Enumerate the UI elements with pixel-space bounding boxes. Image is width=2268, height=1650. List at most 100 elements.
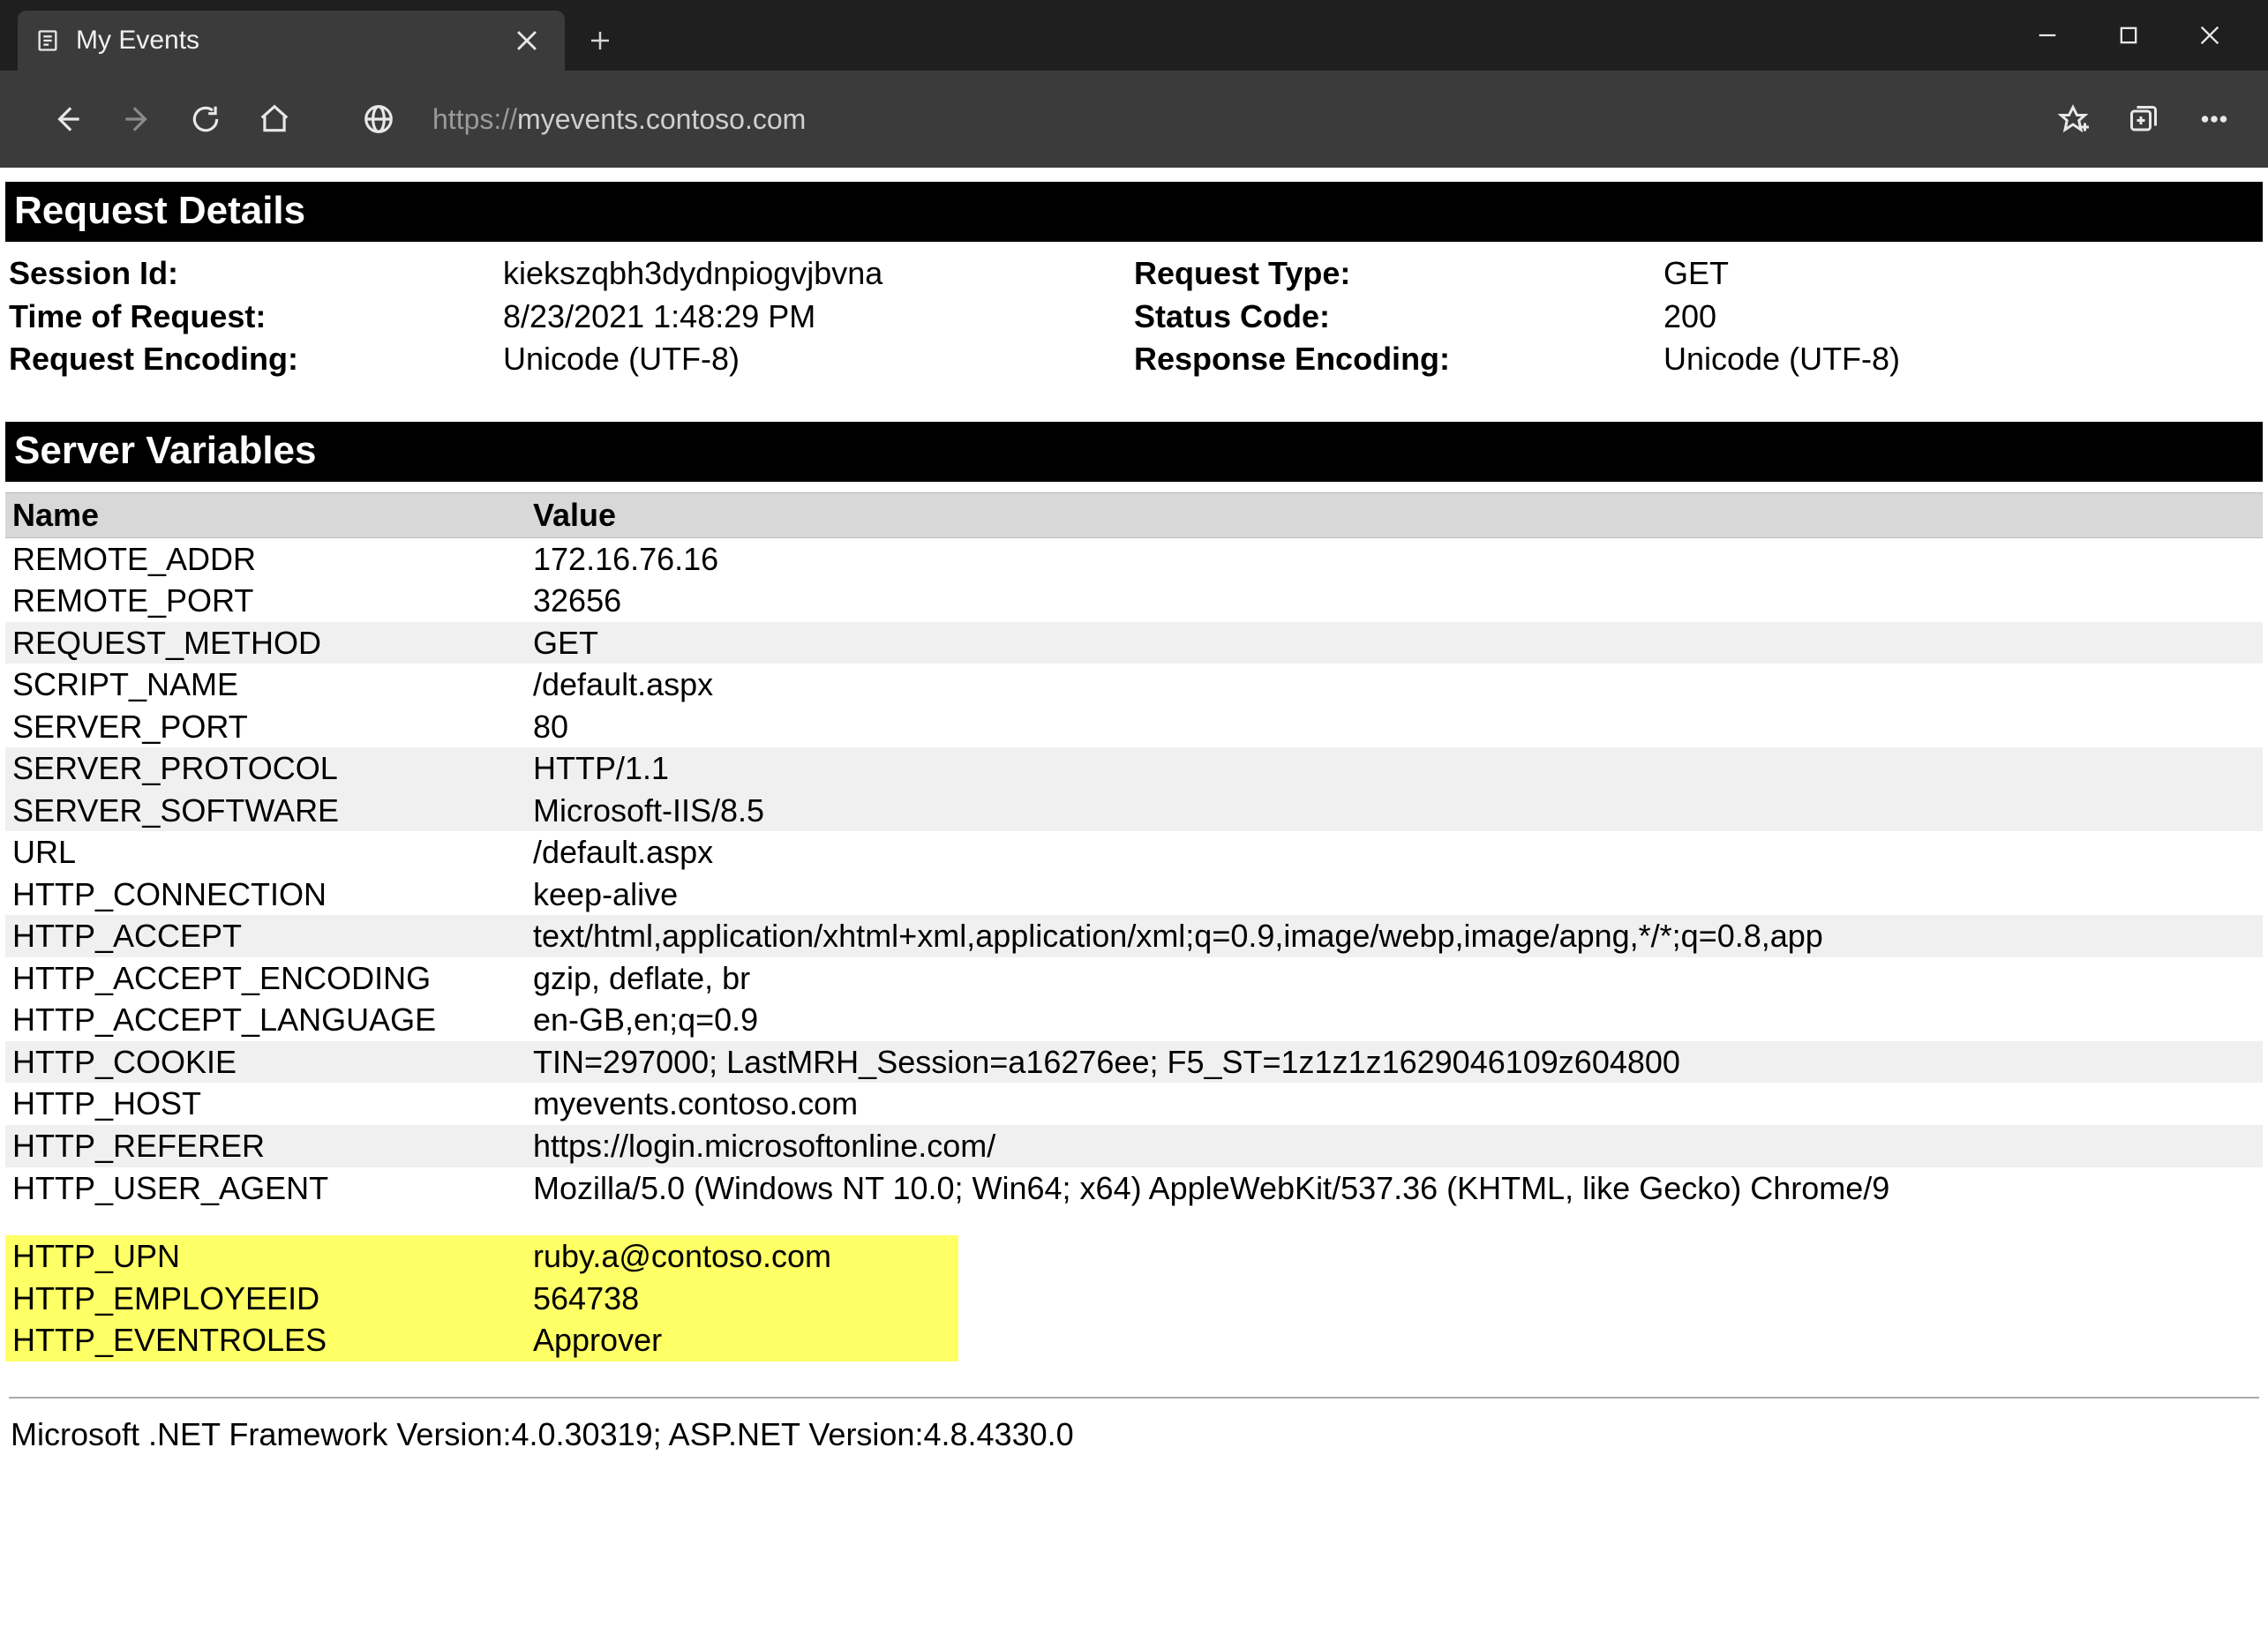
- sv-value: text/html,application/xhtml+xml,applicat…: [526, 915, 2263, 957]
- details-left-col: Session Id:kiekszqbh3dydnpiogvjbvna Time…: [9, 252, 1134, 381]
- sv-name: URL: [5, 831, 526, 874]
- table-row: HTTP_UPNruby.a@contoso.com: [5, 1235, 958, 1278]
- detail-value: 200: [1663, 296, 1716, 339]
- detail-row: Time of Request:8/23/2021 1:48:29 PM: [9, 296, 1134, 339]
- maximize-button[interactable]: [2088, 0, 2169, 71]
- detail-value: 8/23/2021 1:48:29 PM: [503, 296, 815, 339]
- more-button[interactable]: [2192, 97, 2236, 141]
- table-row: SERVER_PORT80: [5, 706, 2263, 748]
- table-row: SCRIPT_NAME/default.aspx: [5, 664, 2263, 706]
- detail-label: Request Encoding:: [9, 338, 503, 381]
- sv-name: HTTP_EVENTROLES: [5, 1319, 526, 1361]
- url-scheme: https://: [432, 103, 517, 135]
- server-variables-header: Server Variables: [5, 422, 2263, 482]
- window-controls: [2007, 0, 2268, 71]
- sv-value: /default.aspx: [526, 664, 2263, 706]
- detail-row: Request Encoding:Unicode (UTF-8): [9, 338, 1134, 381]
- table-row: HTTP_USER_AGENTMozilla/5.0 (Windows NT 1…: [5, 1167, 2263, 1210]
- url-host: myevents.contoso.com: [517, 103, 806, 135]
- home-button[interactable]: [252, 97, 297, 141]
- refresh-button[interactable]: [184, 97, 228, 141]
- table-row: URL/default.aspx: [5, 831, 2263, 874]
- sv-header-name: Name: [5, 493, 526, 537]
- detail-row: Request Type:GET: [1134, 252, 2259, 296]
- tab-title: My Events: [76, 26, 496, 56]
- sv-name: HTTP_HOST: [5, 1083, 526, 1125]
- sv-name: HTTP_COOKIE: [5, 1041, 526, 1084]
- table-row: HTTP_EMPLOYEEID564738: [5, 1278, 958, 1320]
- collections-button[interactable]: [2122, 97, 2166, 141]
- detail-value: Unicode (UTF-8): [1663, 338, 1900, 381]
- site-info-icon[interactable]: [357, 97, 401, 141]
- sv-value: myevents.contoso.com: [526, 1083, 2263, 1125]
- back-button[interactable]: [46, 97, 90, 141]
- table-row: HTTP_ACCEPTtext/html,application/xhtml+x…: [5, 915, 2263, 957]
- browser-chrome: My Events: [0, 0, 2268, 168]
- sv-name: HTTP_CONNECTION: [5, 874, 526, 916]
- close-window-button[interactable]: [2169, 0, 2250, 71]
- request-details: Session Id:kiekszqbh3dydnpiogvjbvna Time…: [0, 252, 2268, 422]
- minimize-button[interactable]: [2007, 0, 2088, 71]
- new-tab-button[interactable]: [565, 11, 635, 71]
- page-favicon-icon: [35, 28, 60, 53]
- sv-body: REMOTE_ADDR172.16.76.16REMOTE_PORT32656R…: [5, 538, 2263, 1209]
- sv-name: HTTP_ACCEPT: [5, 915, 526, 957]
- sv-value: /default.aspx: [526, 831, 2263, 874]
- separator: [9, 1397, 2259, 1399]
- favorites-button[interactable]: [2051, 97, 2095, 141]
- detail-value: GET: [1663, 252, 1729, 296]
- detail-label: Request Type:: [1134, 252, 1663, 296]
- sv-value: 32656: [526, 580, 2263, 622]
- sv-value: Microsoft-IIS/8.5: [526, 790, 2263, 832]
- details-right-col: Request Type:GET Status Code:200 Respons…: [1134, 252, 2259, 381]
- sv-value: ruby.a@contoso.com: [526, 1235, 958, 1278]
- sv-value: Mozilla/5.0 (Windows NT 10.0; Win64; x64…: [526, 1167, 2263, 1210]
- table-row: HTTP_ACCEPT_LANGUAGEen-GB,en;q=0.9: [5, 999, 2263, 1041]
- detail-label: Session Id:: [9, 252, 503, 296]
- forward-button[interactable]: [115, 97, 159, 141]
- table-row: HTTP_HOSTmyevents.contoso.com: [5, 1083, 2263, 1125]
- sv-value: 172.16.76.16: [526, 538, 2263, 581]
- browser-tab[interactable]: My Events: [18, 11, 565, 71]
- table-row: SERVER_PROTOCOLHTTP/1.1: [5, 747, 2263, 790]
- sv-name: HTTP_UPN: [5, 1235, 526, 1278]
- detail-label: Time of Request:: [9, 296, 503, 339]
- table-row: HTTP_ACCEPT_ENCODINGgzip, deflate, br: [5, 957, 2263, 1000]
- sv-value: keep-alive: [526, 874, 2263, 916]
- request-details-header: Request Details: [5, 182, 2263, 242]
- sv-value: en-GB,en;q=0.9: [526, 999, 2263, 1041]
- sv-name: HTTP_REFERER: [5, 1125, 526, 1167]
- table-row: SERVER_SOFTWAREMicrosoft-IIS/8.5: [5, 790, 2263, 832]
- detail-value: Unicode (UTF-8): [503, 338, 740, 381]
- sv-name: REMOTE_PORT: [5, 580, 526, 622]
- sv-name: SERVER_PROTOCOL: [5, 747, 526, 790]
- sv-value: 564738: [526, 1278, 958, 1320]
- sv-value: TIN=297000; LastMRH_Session=a16276ee; F5…: [526, 1041, 2263, 1084]
- highlighted-vars: HTTP_UPNruby.a@contoso.comHTTP_EMPLOYEEI…: [5, 1235, 958, 1361]
- sv-value: GET: [526, 622, 2263, 664]
- table-row: REMOTE_ADDR172.16.76.16: [5, 538, 2263, 581]
- table-row: HTTP_CONNECTIONkeep-alive: [5, 874, 2263, 916]
- sv-value: https://login.microsoftonline.com/: [526, 1125, 2263, 1167]
- titlebar: My Events: [0, 0, 2268, 71]
- sv-name: HTTP_EMPLOYEEID: [5, 1278, 526, 1320]
- detail-label: Status Code:: [1134, 296, 1663, 339]
- page-content: Request Details Session Id:kiekszqbh3dyd…: [0, 168, 2268, 1480]
- table-row: REMOTE_PORT32656: [5, 580, 2263, 622]
- footer-text: Microsoft .NET Framework Version:4.0.303…: [0, 1416, 2268, 1480]
- detail-value: kiekszqbh3dydnpiogvjbvna: [503, 252, 882, 296]
- sv-value: 80: [526, 706, 2263, 748]
- sv-name: HTTP_USER_AGENT: [5, 1167, 526, 1210]
- address-bar[interactable]: https://myevents.contoso.com: [425, 103, 2026, 136]
- detail-row: Session Id:kiekszqbh3dydnpiogvjbvna: [9, 252, 1134, 296]
- sv-header-row: Name Value: [5, 492, 2263, 538]
- sv-name: REQUEST_METHOD: [5, 622, 526, 664]
- sv-value: HTTP/1.1: [526, 747, 2263, 790]
- sv-name: SERVER_SOFTWARE: [5, 790, 526, 832]
- sv-header-value: Value: [526, 493, 2263, 537]
- server-variables-table: Name Value REMOTE_ADDR172.16.76.16REMOTE…: [0, 492, 2268, 1361]
- sv-value: gzip, deflate, br: [526, 957, 2263, 1000]
- table-row: REQUEST_METHODGET: [5, 622, 2263, 664]
- table-row: HTTP_EVENTROLESApprover: [5, 1319, 958, 1361]
- close-tab-icon[interactable]: [512, 26, 542, 56]
